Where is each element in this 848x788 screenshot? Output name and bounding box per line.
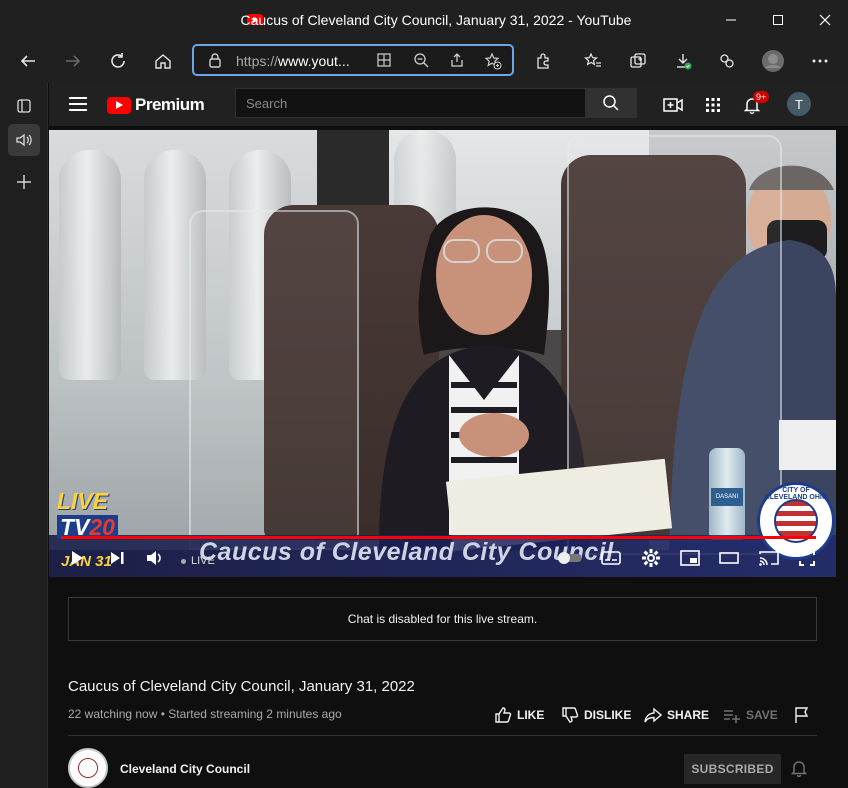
video-progress-fill: [61, 536, 817, 539]
video-controls: JAN 31 LIVE: [49, 540, 836, 576]
chat-disabled-notice: Chat is disabled for this live stream.: [68, 597, 817, 641]
flag-icon: [795, 707, 809, 723]
youtube-header: Premium Search 9+ T: [49, 82, 848, 126]
youtube-play-icon: [107, 96, 131, 114]
live-label: LIVE: [191, 555, 215, 567]
tab-actions-icon[interactable]: [8, 90, 40, 122]
search-button[interactable]: [585, 88, 637, 118]
lock-icon[interactable]: [208, 52, 222, 73]
video-player[interactable]: DASANI Caucus of Cleveland City Council …: [49, 130, 836, 577]
miniplayer-icon[interactable]: [678, 546, 702, 570]
browser-sidebar: [0, 82, 48, 788]
apps-icon[interactable]: [375, 52, 393, 70]
volume-icon[interactable]: [143, 546, 167, 570]
favorites-icon[interactable]: [581, 49, 605, 73]
next-icon[interactable]: [105, 546, 129, 570]
report-button[interactable]: [794, 706, 815, 724]
video-progress-bar[interactable]: [61, 536, 824, 539]
favorite-add-icon[interactable]: [484, 52, 502, 70]
autoplay-toggle-icon[interactable]: [557, 546, 581, 570]
cast-icon[interactable]: [757, 546, 781, 570]
maximize-icon[interactable]: [763, 8, 793, 32]
browser-toolbar: https://www.yout...: [0, 40, 848, 82]
live-indicator[interactable]: LIVE: [181, 555, 215, 567]
create-video-icon[interactable]: [662, 94, 684, 116]
window-titlebar: Caucus of Cleveland City Council, Januar…: [0, 0, 848, 40]
channel-avatar[interactable]: [68, 748, 108, 788]
new-tab-icon[interactable]: [8, 166, 40, 198]
youtube-logo[interactable]: Premium: [107, 95, 205, 115]
fullscreen-icon[interactable]: [795, 546, 819, 570]
audio-tab-icon[interactable]: [8, 124, 40, 156]
search-input[interactable]: Search: [235, 88, 586, 118]
chat-message: Chat is disabled for this live stream.: [347, 612, 538, 626]
divider: [68, 735, 817, 736]
notification-badge: 9+: [753, 91, 770, 103]
theater-mode-icon[interactable]: [717, 546, 741, 570]
dislike-label: DISLIKE: [584, 708, 632, 722]
copilot-icon[interactable]: [715, 49, 739, 73]
bottle-label: DASANI: [711, 488, 743, 506]
settings-gear-icon[interactable]: [639, 546, 663, 570]
address-bar[interactable]: https://www.yout...: [192, 44, 514, 76]
video-title: Caucus of Cleveland City Council, Januar…: [68, 678, 415, 695]
extensions-icon[interactable]: [531, 49, 555, 73]
zoom-out-icon[interactable]: [412, 52, 430, 70]
refresh-icon[interactable]: [106, 49, 130, 73]
like-label: LIKE: [517, 708, 545, 722]
channel-bell-icon[interactable]: [790, 759, 808, 782]
share-icon[interactable]: [448, 52, 466, 70]
thumbs-up-icon: [495, 707, 512, 723]
forward-icon[interactable]: [61, 49, 85, 73]
save-button[interactable]: SAVE: [723, 706, 778, 724]
downloads-icon[interactable]: [671, 49, 695, 73]
play-icon[interactable]: [65, 546, 89, 570]
url-text[interactable]: https://www.yout...: [236, 53, 350, 69]
share-arrow-icon: [644, 707, 662, 723]
search-icon: [603, 95, 619, 111]
channel-name[interactable]: Cleveland City Council: [120, 762, 250, 776]
live-tv20-logo: LIVE TV20: [57, 488, 139, 542]
more-icon[interactable]: [808, 49, 832, 73]
logo-text: Premium: [135, 95, 205, 114]
collections-icon[interactable]: [626, 49, 650, 73]
subscribed-button[interactable]: SUBSCRIBED: [684, 754, 781, 784]
like-button[interactable]: LIKE: [494, 706, 544, 724]
profile-icon[interactable]: [761, 49, 785, 73]
video-scene-water-bottle: DASANI: [709, 448, 745, 540]
home-icon[interactable]: [151, 49, 175, 73]
video-scene-balustrade: [59, 150, 121, 380]
apps-grid-icon[interactable]: [702, 94, 724, 116]
video-meta: 22 watching now • Started streaming 2 mi…: [68, 707, 342, 721]
share-label: SHARE: [667, 708, 710, 722]
dislike-button[interactable]: DISLIKE: [561, 706, 631, 724]
menu-icon[interactable]: [69, 97, 87, 111]
share-button[interactable]: SHARE: [644, 706, 709, 724]
playlist-add-icon: [724, 710, 740, 723]
close-icon[interactable]: [810, 8, 840, 32]
search-placeholder: Search: [246, 96, 288, 111]
minimize-icon[interactable]: [716, 8, 746, 32]
thumbs-down-icon: [562, 707, 579, 723]
video-scene-plexiglass: [189, 210, 359, 550]
live-logo-line1: LIVE: [57, 488, 109, 514]
back-icon[interactable]: [16, 49, 40, 73]
account-avatar[interactable]: T: [787, 92, 811, 116]
subtitles-icon[interactable]: [599, 546, 623, 570]
save-label: SAVE: [746, 708, 778, 722]
